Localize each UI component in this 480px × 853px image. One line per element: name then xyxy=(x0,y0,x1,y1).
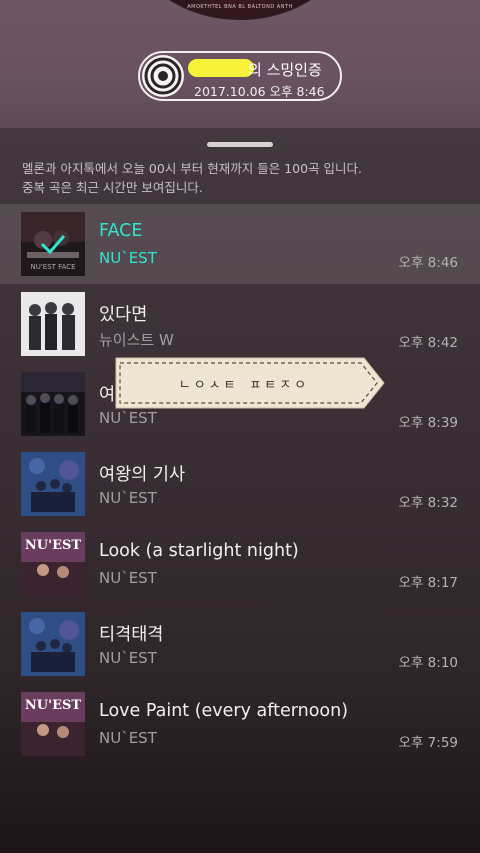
album-cover: NU'EST xyxy=(21,692,85,756)
song-artist: NU`EST xyxy=(99,249,157,267)
album-cover: NU'EST FACE xyxy=(21,212,85,276)
song-title: FACE xyxy=(99,221,143,241)
song-title: 여왕의 기사 xyxy=(99,465,186,485)
song-artist: NU`EST xyxy=(99,569,157,587)
notice-line-2: 중복 곡은 최근 시간만 보여집니다. xyxy=(22,180,203,195)
notice-text: 멜론과 아지톡에서 오늘 00시 부터 현재까지 들은 100곡 입니다. 중복… xyxy=(22,159,462,197)
svg-text:NU'EST: NU'EST xyxy=(25,698,81,713)
song-time: 오후 8:39 xyxy=(398,415,458,431)
song-list: NU'EST FACE FACE NU`EST 오후 8:46 있다면 뉴이스트… xyxy=(0,204,480,764)
streaming-verification-badge[interactable]: 의 스밍인증 2017.10.06 오후 8:46 xyxy=(138,51,342,101)
song-title: 여 xyxy=(99,385,116,405)
song-row[interactable]: 여왕의 기사 NU`EST 오후 8:32 xyxy=(0,444,480,524)
song-artist: NU`EST xyxy=(99,649,157,667)
song-title: 있다면 xyxy=(99,305,148,325)
song-time: 오후 8:10 xyxy=(398,655,458,671)
song-artist: NU`EST xyxy=(99,409,157,427)
album-cover xyxy=(21,372,85,436)
header: AMOKTHTEL BNA BL BALTOND ANTH 의 스밍인증 201… xyxy=(0,0,480,128)
song-title: Love Paint (every afternoon) xyxy=(99,701,349,721)
song-row[interactable]: 있다면 뉴이스트 W 오후 8:42 xyxy=(0,284,480,364)
song-time: 오후 8:42 xyxy=(398,335,458,351)
song-artist: NU`EST xyxy=(99,489,157,507)
album-cover xyxy=(21,612,85,676)
svg-text:NU'EST: NU'EST xyxy=(25,538,81,553)
song-time: 오후 7:59 xyxy=(398,735,458,751)
album-cover xyxy=(21,452,85,516)
song-artist: 뉴이스트 W xyxy=(99,331,174,349)
song-row[interactable]: NU'EST Love Paint (every afternoon) NU`E… xyxy=(0,684,480,764)
song-row[interactable]: 티격태격 NU`EST 오후 8:10 xyxy=(0,604,480,684)
album-cover-disc xyxy=(130,0,350,20)
badge-timestamp: 2017.10.06 오후 8:46 xyxy=(194,84,325,99)
album-disc-text: AMOKTHTEL BNA BL BALTOND ANTH xyxy=(187,4,293,10)
love-paint-sticker: ㄴㅇㅅㅌ ㅍㅌㅈㅇ xyxy=(114,356,386,410)
sticker-text: ㄴㅇㅅㅌ ㅍㅌㅈㅇ xyxy=(178,377,310,393)
song-time: 오후 8:17 xyxy=(398,575,458,591)
song-artist: NU`EST xyxy=(99,729,157,747)
drag-handle[interactable] xyxy=(207,142,273,147)
song-row[interactable]: NU'EST FACE FACE NU`EST 오후 8:46 xyxy=(0,204,480,284)
redacted-username xyxy=(188,59,254,77)
notice-line-1: 멜론과 아지톡에서 오늘 00시 부터 현재까지 들은 100곡 입니다. xyxy=(22,161,363,176)
vinyl-disc-icon xyxy=(142,55,184,97)
badge-title: 의 스밍인증 xyxy=(248,61,322,79)
song-time: 오후 8:46 xyxy=(398,255,458,271)
now-playing-check-icon xyxy=(21,212,85,276)
history-panel: 멜론과 아지톡에서 오늘 00시 부터 현재까지 들은 100곡 입니다. 중복… xyxy=(0,128,480,853)
album-cover: NU'EST xyxy=(21,532,85,596)
song-title: Look (a starlight night) xyxy=(99,541,299,561)
song-time: 오후 8:32 xyxy=(398,495,458,511)
song-row[interactable]: NU'EST Look (a starlight night) NU`EST 오… xyxy=(0,524,480,604)
album-cover xyxy=(21,292,85,356)
song-title: 티격태격 xyxy=(99,625,164,645)
